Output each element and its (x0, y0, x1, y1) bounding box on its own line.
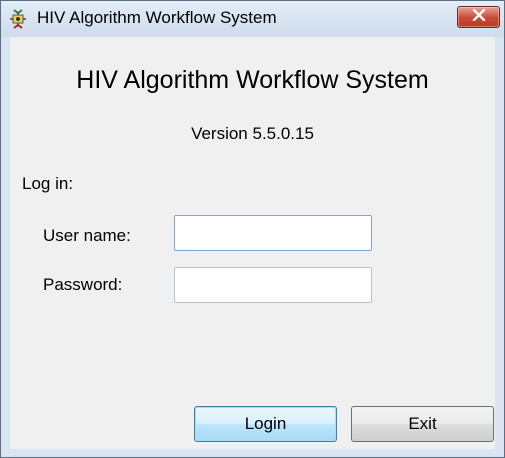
login-button[interactable]: Login (194, 406, 337, 442)
username-label: User name: (43, 226, 131, 245)
version-label: Version 5.5.0.15 (191, 124, 314, 143)
title-bar[interactable]: HIV Algorithm Workflow System (1, 1, 504, 37)
app-icon (8, 9, 28, 29)
username-input[interactable] (174, 215, 372, 251)
login-form: HIV Algorithm Workflow System Version 5.… (10, 37, 495, 449)
password-label: Password: (43, 275, 123, 294)
login-section-label: Log in: (22, 174, 74, 193)
password-input[interactable] (174, 267, 372, 303)
login-window: HIV Algorithm Workflow System HIV Algori… (0, 0, 505, 458)
window-frame-bottom (1, 449, 504, 457)
exit-button[interactable]: Exit (351, 406, 494, 442)
close-icon (472, 8, 486, 26)
app-heading: HIV Algorithm Workflow System (76, 66, 429, 94)
close-button[interactable] (457, 6, 500, 28)
window-title: HIV Algorithm Workflow System (37, 8, 277, 27)
